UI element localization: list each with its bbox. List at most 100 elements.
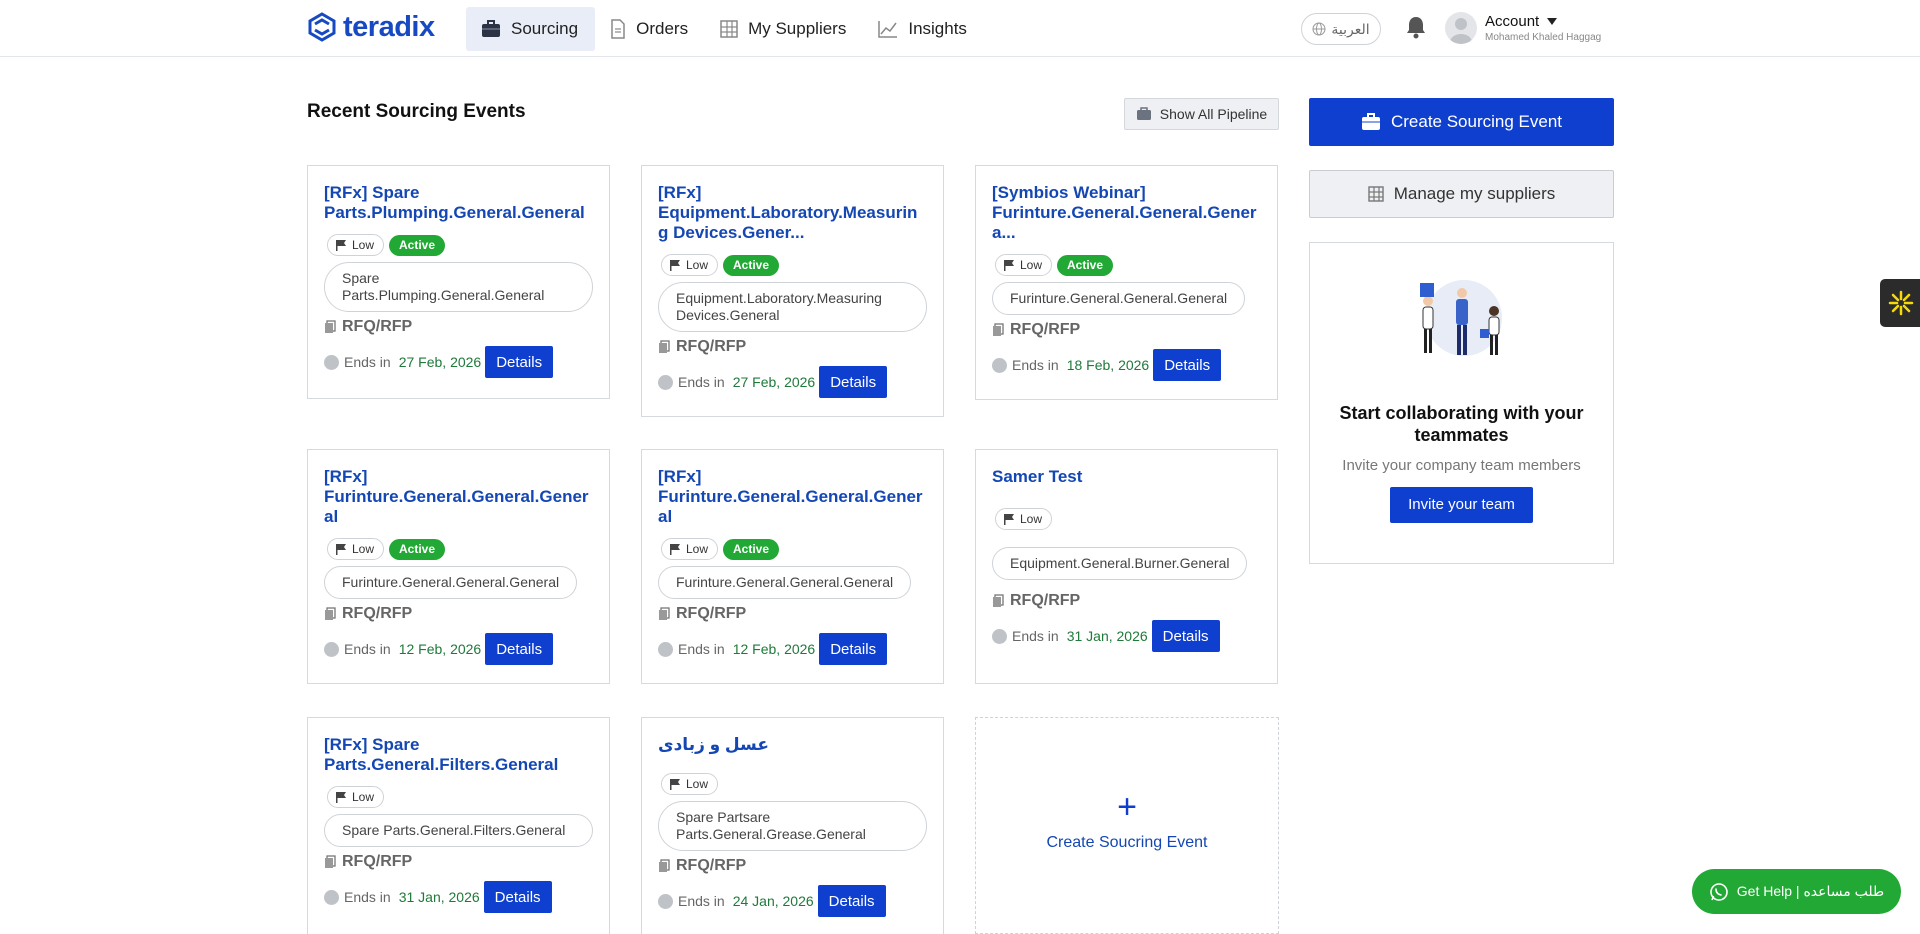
show-all-pipeline-button[interactable]: Show All Pipeline [1124, 98, 1279, 130]
details-button[interactable]: Details [483, 881, 552, 913]
clock-icon [658, 893, 673, 909]
logo-mark-icon [308, 12, 336, 42]
clock-icon [992, 357, 1007, 373]
details-button[interactable]: Details [819, 633, 888, 665]
event-type-label: RFQ/RFP [1010, 592, 1081, 609]
document-icon [611, 19, 625, 39]
event-type: RFQ/RFP [992, 321, 1261, 339]
event-card: [RFx] Furinture.General.General.General … [641, 449, 944, 684]
ends-label: Ends in [344, 889, 391, 905]
category-tag: Furinture.General.General.General [658, 566, 912, 599]
priority-badge: Low [327, 538, 385, 560]
badges: Low Active [658, 538, 927, 560]
priority-label: Low [352, 790, 375, 804]
teradix-logo[interactable]: teradix [307, 11, 435, 43]
event-title-link[interactable]: [RFx] Furinture.General.General.General [658, 467, 927, 527]
priority-badge: Low [661, 538, 719, 560]
event-title-link[interactable]: [RFx] Furinture.General.General.General [324, 467, 593, 527]
clock-icon [324, 354, 339, 370]
collab-subtitle: Invite your company team members [1342, 457, 1581, 474]
event-card: عسل و زبادى Low Spare Partsare Parts.Gen… [641, 717, 944, 934]
category-tag: Furinture.General.General.General [992, 282, 1246, 315]
event-title-link[interactable]: [Symbios Webinar] Furinture.General.Gene… [992, 183, 1261, 243]
priority-badge: Low [661, 254, 719, 276]
briefcase-icon [482, 20, 500, 37]
nav-label: Insights [908, 19, 967, 38]
nav-item-sourcing[interactable]: Sourcing [466, 7, 596, 51]
event-type: RFQ/RFP [992, 592, 1261, 610]
event-title-link[interactable]: [RFx] Equipment.Laboratory.Measuring Dev… [658, 183, 927, 243]
briefcase-icon [1136, 107, 1151, 120]
language-switch-button[interactable]: العربية [1301, 13, 1381, 45]
ends-label: Ends in [1012, 357, 1059, 373]
ends-row: Ends in 12 Feb, 2026 Details [324, 633, 593, 665]
nav-item-orders[interactable]: Orders [595, 7, 705, 51]
bell-icon[interactable] [1405, 15, 1427, 44]
event-title-link[interactable]: [RFx] Spare Parts.Plumping.General.Gener… [324, 183, 593, 223]
details-button[interactable]: Details [1153, 349, 1222, 381]
priority-badge: Low [327, 786, 385, 808]
details-button[interactable]: Details [485, 633, 554, 665]
event-title-link[interactable]: Samer Test [992, 467, 1261, 487]
create-event-label: Create Sourcing Event [1390, 112, 1563, 131]
end-date: 18 Feb, 2026 [1066, 357, 1150, 373]
category-tag: Spare Parts.Plumping.General.General [324, 262, 593, 312]
details-button[interactable]: Details [1151, 620, 1220, 652]
priority-label: Low [686, 542, 709, 556]
end-date: 27 Feb, 2026 [732, 374, 816, 390]
event-type: RFQ/RFP [324, 318, 593, 336]
plus-icon: + [1117, 788, 1137, 826]
event-title-link[interactable]: [RFx] Spare Parts.General.Filters.Genera… [324, 735, 593, 775]
whatsapp-icon [1709, 882, 1728, 901]
clock-icon [992, 628, 1007, 644]
priority-label: Low [686, 777, 709, 791]
side-widget-button[interactable] [1880, 279, 1920, 327]
account-user-name: Mohamed Khaled Haggag [1485, 32, 1602, 43]
ends-row: Ends in 27 Feb, 2026 Details [324, 346, 593, 378]
create-sourcing-event-button[interactable]: Create Sourcing Event [1309, 98, 1614, 146]
ends-label: Ends in [1012, 628, 1059, 644]
event-title-link[interactable]: عسل و زبادى [658, 735, 927, 755]
details-button[interactable]: Details [485, 346, 554, 378]
badges: Low [324, 786, 593, 808]
create-sourcing-event-card[interactable]: + Create Soucring Event [975, 717, 1279, 934]
ends-row: Ends in 27 Feb, 2026 Details [658, 366, 927, 398]
top-navigation-bar: teradix Sourcing Orders My Suppliers Ins… [0, 0, 1920, 57]
nav-item-insights[interactable]: Insights [863, 7, 984, 51]
flag-icon [1004, 514, 1014, 525]
end-date: 31 Jan, 2026 [1066, 628, 1148, 644]
collaboration-panel: Start collaborating with your teammates … [1309, 242, 1614, 564]
end-date: 12 Feb, 2026 [732, 641, 816, 657]
event-card: [RFx] Spare Parts.Plumping.General.Gener… [307, 165, 610, 399]
details-button[interactable]: Details [819, 366, 888, 398]
ends-label: Ends in [678, 893, 725, 909]
badges: Low Active [324, 538, 593, 560]
flag-icon [670, 779, 680, 790]
account-menu[interactable]: Account Mohamed Khaled Haggag [1485, 13, 1601, 43]
main-nav: Sourcing Orders My Suppliers Insights [466, 7, 984, 51]
avatar[interactable] [1445, 12, 1477, 44]
flag-icon [336, 544, 346, 555]
get-help-label: Get Help | طلب مساعده [1736, 883, 1885, 899]
event-card: [RFx] Spare Parts.General.Filters.Genera… [307, 717, 610, 934]
priority-badge: Low [327, 234, 385, 256]
flag-icon [336, 240, 346, 251]
get-help-button[interactable]: Get Help | طلب مساعده [1692, 869, 1901, 914]
event-card: [Symbios Webinar] Furinture.General.Gene… [975, 165, 1278, 400]
nav-item-my-suppliers[interactable]: My Suppliers [705, 7, 863, 51]
ends-label: Ends in [678, 374, 725, 390]
category-tag: Equipment.General.Burner.General [992, 547, 1248, 580]
event-type-label: RFQ/RFP [342, 318, 413, 335]
badges: Low [658, 773, 927, 795]
invite-team-button[interactable]: Invite your team [1390, 487, 1533, 523]
team-illustration [1419, 280, 1502, 356]
priority-badge: Low [995, 508, 1053, 530]
create-event-card-label: Create Soucring Event [1046, 834, 1208, 851]
manage-suppliers-button[interactable]: Manage my suppliers [1309, 170, 1614, 218]
event-type-label: RFQ/RFP [676, 605, 747, 622]
flag-icon [670, 544, 680, 555]
ends-row: Ends in 12 Feb, 2026 Details [658, 633, 927, 665]
details-button[interactable]: Details [817, 885, 886, 917]
status-badge: Active [723, 538, 780, 560]
badges: Low Active [658, 254, 927, 276]
